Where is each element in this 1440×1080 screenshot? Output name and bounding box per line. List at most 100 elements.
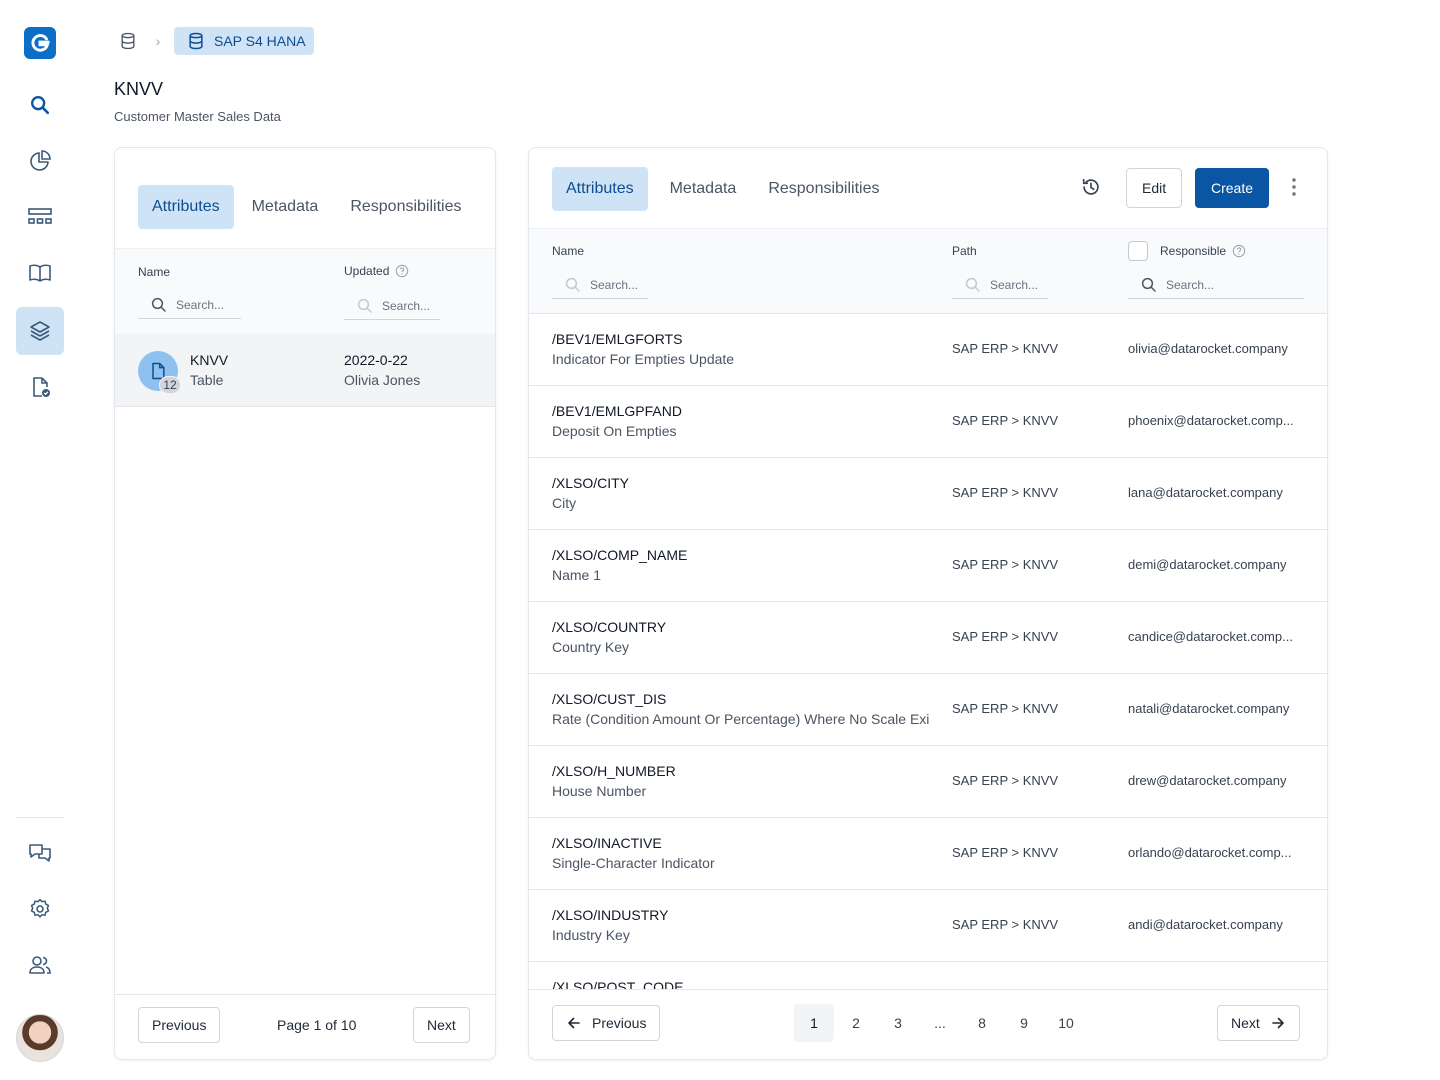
table-row[interactable]: /XLSO/H_NUMBER House Number SAP ERP > KN… [529, 746, 1327, 818]
table-row[interactable]: /XLSO/COUNTRY Country Key SAP ERP > KNVV… [529, 602, 1327, 674]
breadcrumb-database-root[interactable] [114, 27, 142, 55]
column-header-name: Name [138, 265, 171, 279]
nav-settings[interactable] [16, 885, 64, 933]
attribute-description: Country Key [552, 639, 630, 655]
app-logo[interactable] [24, 27, 56, 59]
tab-attributes[interactable]: Attributes [552, 167, 648, 211]
search-placeholder: Search... [1166, 277, 1215, 292]
attribute-path: SAP ERP > KNVV [952, 629, 1059, 644]
attribute-path: SAP ERP > KNVV [952, 773, 1059, 788]
nav-messages[interactable] [16, 829, 64, 877]
more-options-button[interactable] [1276, 169, 1312, 205]
edit-button[interactable]: Edit [1126, 168, 1183, 208]
select-all-checkbox[interactable] [1128, 241, 1148, 261]
attribute-path: SAP ERP > KNVV [952, 341, 1059, 356]
attribute-description: Single-Character Indicator [552, 855, 715, 871]
path-search-input[interactable]: Search... [952, 271, 1048, 299]
chat-icon [29, 844, 51, 862]
layers-icon [30, 321, 50, 341]
history-button[interactable] [1073, 169, 1109, 205]
left-tab-responsibilities[interactable]: Responsibilities [336, 185, 475, 229]
nav-search[interactable] [16, 81, 64, 129]
previous-label: Previous [592, 1015, 647, 1031]
column-header-updated: Updated [344, 264, 409, 278]
name-search-input[interactable]: Search... [552, 271, 648, 299]
attribute-path: SAP ERP > KNVV [952, 917, 1059, 932]
previous-button[interactable]: Previous [552, 1005, 661, 1041]
page-8[interactable]: 8 [962, 1004, 1002, 1042]
page-3[interactable]: 3 [878, 1004, 918, 1042]
column-header-path: Path [952, 244, 977, 258]
attribute-description: Deposit On Empties [552, 423, 677, 439]
table-row[interactable]: 12 KNVV Table 2022-0-22 Olivia Jones [115, 335, 495, 407]
search-icon [1141, 277, 1156, 292]
page-1[interactable]: 1 [794, 1004, 834, 1042]
right-tabs: Attributes Metadata Responsibilities [552, 167, 893, 211]
responsible-email: phoenix@datarocket.comp... [1128, 413, 1294, 428]
nav-data-quality[interactable] [16, 363, 64, 411]
table-row[interactable]: /XLSO/CITY City SAP ERP > KNVV lana@data… [529, 458, 1327, 530]
breadcrumb: › SAP S4 HANA [114, 27, 314, 55]
tab-metadata[interactable]: Metadata [656, 167, 751, 211]
attribute-path: SAP ERP > KNVV [952, 557, 1059, 572]
attribute-name: /XLSO/CITY [552, 475, 630, 491]
responsible-email: olivia@datarocket.company [1128, 341, 1288, 356]
asset-updated-by: Olivia Jones [344, 372, 421, 388]
responsible-search-input[interactable]: Search... [1128, 271, 1304, 299]
attribute-description: Name 1 [552, 567, 602, 583]
attribute-name: /BEV1/EMLGFORTS [552, 331, 683, 347]
nav-users[interactable] [16, 941, 64, 989]
search-placeholder: Search... [590, 277, 639, 292]
create-button[interactable]: Create [1195, 168, 1270, 208]
nav-data-catalog[interactable] [16, 307, 64, 355]
search-icon [965, 277, 980, 292]
responsible-email: natali@datarocket.company [1128, 701, 1290, 716]
responsible-email: orlando@datarocket.comp... [1128, 845, 1292, 860]
nav-dashboard[interactable] [16, 193, 64, 241]
table-row[interactable]: /XLSO/INACTIVE Single-Character Indicato… [529, 818, 1327, 890]
page-numbers: 1 2 3 ... 8 9 10 [794, 1004, 1086, 1042]
arrow-left-icon [568, 1017, 580, 1029]
updated-search-input[interactable]: Search... [344, 292, 440, 320]
left-tab-attributes[interactable]: Attributes [138, 185, 234, 229]
right-pagination: Previous 1 2 3 ... 8 9 10 Next [529, 989, 1327, 1059]
count-badge: 12 [159, 376, 181, 394]
next-button[interactable]: Next [1217, 1005, 1300, 1041]
nav-analytics[interactable] [16, 137, 64, 185]
page-2[interactable]: 2 [836, 1004, 876, 1042]
attribute-description: Indicator For Empties Update [552, 351, 735, 367]
attribute-name: /BEV1/EMLGPFAND [552, 403, 682, 419]
page-10[interactable]: 10 [1046, 1004, 1086, 1042]
user-avatar[interactable] [16, 1014, 64, 1062]
search-icon [565, 277, 580, 292]
next-button[interactable]: Next [413, 1007, 470, 1043]
search-placeholder: Search... [382, 298, 431, 313]
right-filter-bar: Name Path Responsible Search... Search..… [529, 228, 1327, 314]
nav-glossary[interactable] [16, 249, 64, 297]
table-row[interactable]: /BEV1/EMLGPFAND Deposit On Empties SAP E… [529, 386, 1327, 458]
logo-icon [31, 34, 50, 52]
attributes-panel: Attributes Metadata Responsibilities Edi… [528, 147, 1328, 1060]
table-row[interactable]: /BEV1/EMLGFORTS Indicator For Empties Up… [529, 314, 1327, 386]
previous-button[interactable]: Previous [138, 1007, 221, 1043]
breadcrumb-current[interactable]: SAP S4 HANA [174, 27, 314, 55]
sidebar-divider [16, 817, 64, 818]
attribute-description: Rate (Condition Amount Or Percentage) Wh… [552, 711, 930, 727]
search-icon [151, 297, 166, 312]
tab-responsibilities[interactable]: Responsibilities [754, 167, 893, 211]
asset-list-panel: Attributes Metadata Responsibilities Nam… [114, 147, 496, 1060]
table-row[interactable]: /XLSO/CUST_DIS Rate (Condition Amount Or… [529, 674, 1327, 746]
left-pagination: Previous Page 1 of 10 Next [115, 994, 495, 1059]
left-tab-metadata[interactable]: Metadata [238, 185, 333, 229]
responsible-email: candice@datarocket.comp... [1128, 629, 1293, 644]
attribute-name: /XLSO/CUST_DIS [552, 691, 667, 707]
name-search-input[interactable]: Search... [138, 291, 241, 319]
responsible-email: andi@datarocket.company [1128, 917, 1283, 932]
table-row[interactable]: /XLSO/POST_CODE [529, 962, 1327, 991]
page-9[interactable]: 9 [1004, 1004, 1044, 1042]
table-row[interactable]: /XLSO/COMP_NAME Name 1 SAP ERP > KNVV de… [529, 530, 1327, 602]
column-header-responsible: Responsible [1128, 241, 1246, 261]
table-row[interactable]: /XLSO/INDUSTRY Industry Key SAP ERP > KN… [529, 890, 1327, 962]
responsible-email: drew@datarocket.company [1128, 773, 1287, 788]
responsible-email: demi@datarocket.company [1128, 557, 1287, 572]
